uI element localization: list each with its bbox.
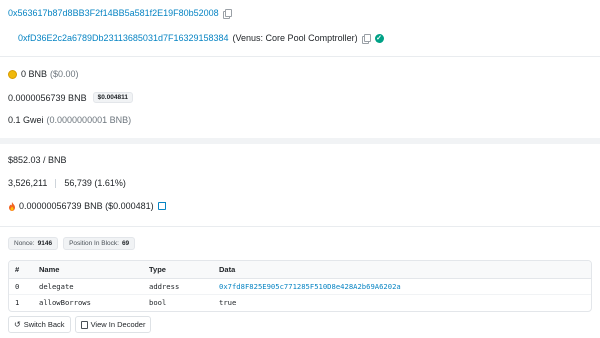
gas-limit: 3,526,211 bbox=[8, 178, 48, 188]
burnt-fees-row: 0.00000056739 BNB ($0.000481) bbox=[8, 201, 166, 211]
position-value: 69 bbox=[121, 240, 130, 247]
to-address-name: (Venus: Core Pool Comptroller) bbox=[232, 33, 358, 43]
nonce-label: Nonce: bbox=[14, 240, 35, 247]
nonce-value: 9146 bbox=[37, 240, 53, 247]
gas-used: 56,739 (1.61%) bbox=[64, 178, 126, 188]
bnb-price: $852.03 / BNB bbox=[8, 155, 67, 165]
burnt-fees-amount: 0.00000056739 BNB ($0.000481) bbox=[19, 201, 154, 211]
undo-icon: ↺ bbox=[14, 320, 21, 329]
meta-pills-row: Nonce: 9146 Position In Block: 69 bbox=[8, 237, 140, 250]
fee-amount: 0.0000056739 BNB bbox=[8, 92, 87, 103]
row-type: bool bbox=[149, 298, 167, 308]
column-header-index: # bbox=[9, 261, 33, 279]
row-index: 0 bbox=[9, 278, 33, 295]
separator bbox=[55, 178, 57, 188]
table-row: 0 delegate address 0x7fd8F825E905c771285… bbox=[9, 278, 591, 295]
table-row: 1 allowBorrows bool true bbox=[9, 295, 591, 311]
copy-icon[interactable] bbox=[222, 9, 232, 19]
gas-price-row: 0.1 Gwei (0.0000000001 BNB) bbox=[8, 115, 131, 125]
gas-usage-row: 3,526,211 56,739 (1.61%) bbox=[8, 178, 126, 188]
row-type: address bbox=[143, 278, 213, 295]
column-header-type: Type bbox=[143, 261, 213, 279]
gas-price-bnb: (0.0000000001 BNB) bbox=[46, 115, 132, 125]
document-icon bbox=[80, 320, 88, 329]
table-header-row: # Name Type Data bbox=[9, 261, 591, 279]
to-address-row: 0xfD36E2c2a6789Db23113685031d7F163291583… bbox=[8, 33, 384, 44]
column-header-data: Data bbox=[213, 261, 591, 279]
input-data-table: # Name Type Data 0 delegate address 0x7f… bbox=[8, 260, 592, 312]
switch-back-label: Switch Back bbox=[23, 320, 65, 329]
position-label: Position In Block: bbox=[69, 240, 119, 247]
row-index: 1 bbox=[15, 298, 20, 308]
row-name: delegate bbox=[33, 278, 143, 295]
section-divider bbox=[0, 138, 600, 144]
fire-icon bbox=[9, 201, 15, 211]
decoder-buttons: ↺ Switch Back View In Decoder bbox=[8, 316, 155, 333]
nonce-pill: Nonce: 9146 bbox=[8, 237, 59, 250]
value-row: 0 BNB ($0.00) bbox=[8, 69, 79, 79]
view-in-decoder-button[interactable]: View In Decoder bbox=[74, 316, 152, 333]
position-pill: Position In Block: 69 bbox=[63, 237, 136, 250]
divider bbox=[0, 56, 600, 57]
gas-price-gwei: 0.1 Gwei bbox=[8, 115, 44, 125]
from-address-link[interactable]: 0x563617b87d8BB3F2f14BB5a581f2E19F80b520… bbox=[8, 8, 219, 18]
bnb-price-row: $852.03 / BNB bbox=[8, 155, 67, 165]
value-fiat: ($0.00) bbox=[50, 69, 79, 79]
value-amount: 0 BNB bbox=[21, 69, 48, 79]
from-address-row: 0x563617b87d8BB3F2f14BB5a581f2E19F80b520… bbox=[8, 8, 232, 19]
row-name: allowBorrows bbox=[39, 298, 91, 308]
to-address-link[interactable]: 0xfD36E2c2a6789Db23113685031d7F163291583… bbox=[18, 33, 229, 43]
column-header-name: Name bbox=[33, 261, 143, 279]
bnb-coin-icon bbox=[8, 69, 17, 79]
switch-back-button[interactable]: ↺ Switch Back bbox=[8, 316, 71, 333]
row-data-address-link[interactable]: 0x7fd8F825E905c771285F510D8e428A2b69A620… bbox=[213, 278, 591, 295]
row-data: true bbox=[219, 298, 237, 308]
divider bbox=[0, 226, 600, 227]
external-link-icon[interactable] bbox=[157, 202, 166, 210]
view-in-decoder-label: View In Decoder bbox=[90, 320, 146, 329]
copy-icon[interactable] bbox=[361, 34, 371, 44]
fee-fiat-badge: $0.004811 bbox=[92, 92, 133, 103]
fee-row: 0.0000056739 BNB $0.004811 bbox=[8, 92, 133, 103]
verified-check-icon: ✓ bbox=[374, 33, 384, 43]
